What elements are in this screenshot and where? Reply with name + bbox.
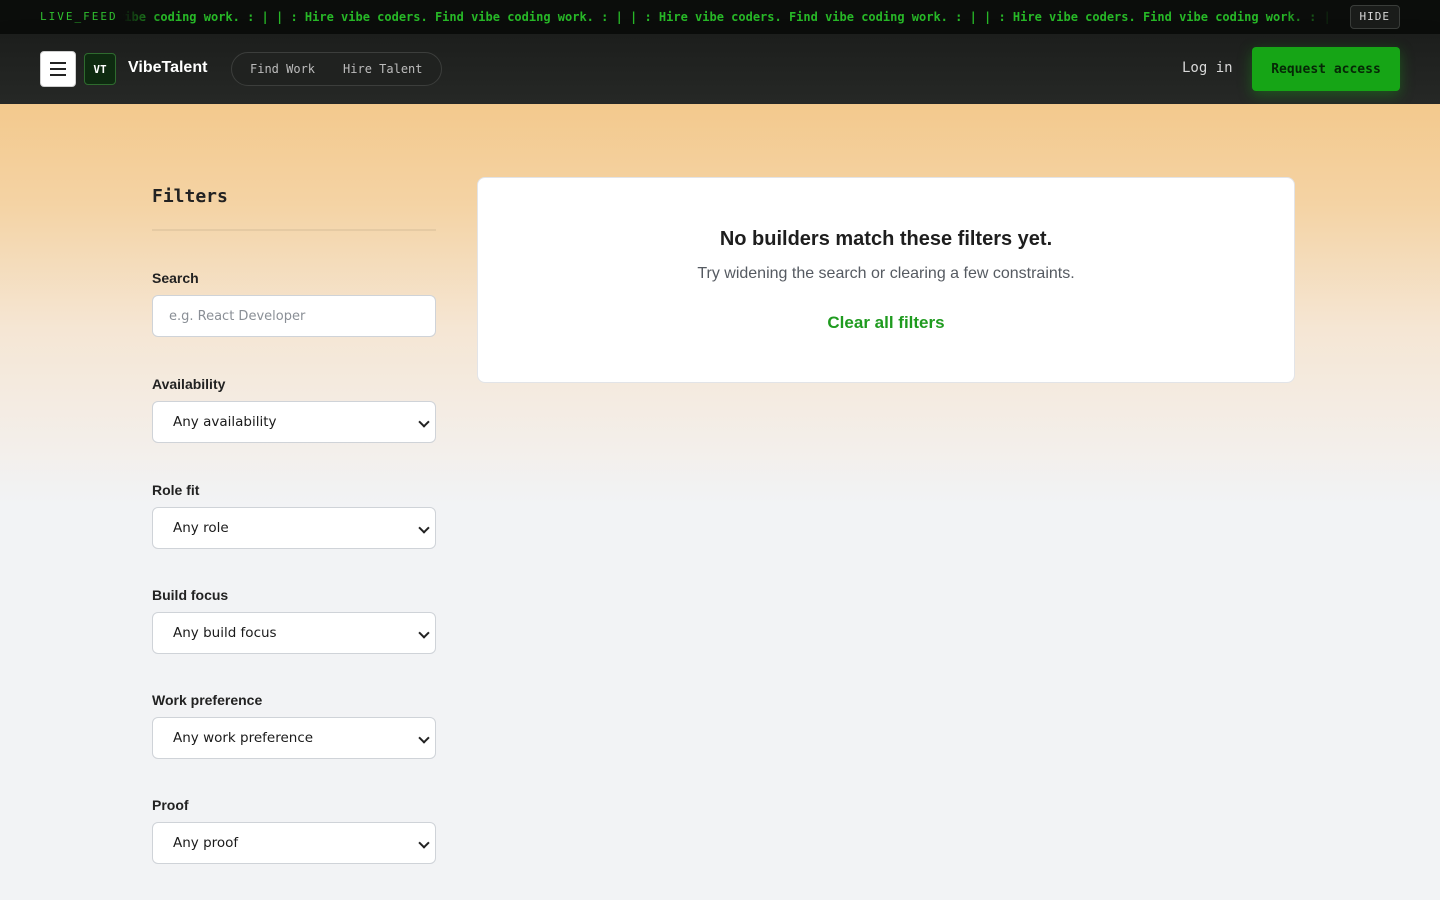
navbar: VT VibeTalent Find Work Hire Talent Log … — [0, 34, 1440, 104]
nav-links: Find Work Hire Talent — [231, 52, 442, 86]
request-access-button[interactable]: Request access — [1252, 47, 1400, 91]
availability-filter: Availability Any availability — [152, 376, 436, 443]
ticker-label: LIVE_FEED — [40, 10, 118, 23]
filters-title: Filters — [152, 186, 436, 231]
search-input[interactable] — [152, 295, 436, 337]
hamburger-icon-line — [50, 74, 66, 76]
hide-ticker-button[interactable]: HIDE — [1349, 5, 1400, 29]
work-preference-select[interactable]: Any work preference — [152, 717, 436, 759]
role-fit-label: Role fit — [152, 482, 200, 498]
chevron-down-icon — [418, 732, 430, 744]
build-focus-value: Any build focus — [173, 625, 277, 641]
ticker-track: | : Hire vibe coders. Find vibe coding w… — [122, 0, 1334, 34]
build-focus-filter: Build focus Any build focus — [152, 587, 436, 654]
proof-label: Proof — [152, 797, 189, 813]
menu-button[interactable] — [40, 51, 76, 87]
work-preference-label: Work preference — [152, 692, 263, 708]
nav-link-find-work[interactable]: Find Work — [250, 62, 315, 76]
empty-results-card: No builders match these filters yet. Try… — [477, 177, 1295, 383]
work-preference-value: Any work preference — [173, 730, 314, 746]
work-preference-filter: Work preference Any work preference — [152, 692, 436, 759]
clear-all-filters-label[interactable]: Clear all filters — [827, 313, 944, 332]
availability-select[interactable]: Any availability — [152, 401, 436, 443]
build-focus-select[interactable]: Any build focus — [152, 612, 436, 654]
search-filter: Search — [152, 270, 436, 337]
filters-panel: Filters Search Availability Any availabi… — [152, 186, 436, 864]
logo-badge[interactable]: VT — [84, 53, 116, 85]
clear-all-filters-link[interactable]: Clear all filters — [478, 313, 1294, 333]
hamburger-icon — [50, 62, 66, 64]
chevron-down-icon — [418, 522, 430, 534]
chevron-down-icon — [418, 837, 430, 849]
role-fit-filter: Role fit Any role — [152, 482, 436, 549]
nav-link-hire-talent[interactable]: Hire Talent — [343, 62, 422, 76]
role-fit-select[interactable]: Any role — [152, 507, 436, 549]
empty-state-subtitle: Try widening the search or clearing a fe… — [697, 265, 1075, 282]
live-feed-ticker: LIVE_FEED | : Hire vibe coders. Find vib… — [0, 0, 1440, 34]
proof-select[interactable]: Any proof — [152, 822, 436, 864]
chevron-down-icon — [418, 416, 430, 428]
brand-name[interactable]: VibeTalent — [128, 59, 207, 77]
proof-value: Any proof — [173, 835, 239, 851]
chevron-down-icon — [418, 627, 430, 639]
proof-filter: Proof Any proof — [152, 797, 436, 864]
build-focus-label: Build focus — [152, 587, 229, 603]
empty-state-title: No builders match these filters yet. — [719, 228, 1053, 250]
search-label: Search — [152, 270, 199, 286]
ticker-text: | : Hire vibe coders. Find vibe coding w… — [122, 10, 1331, 24]
availability-label: Availability — [152, 376, 226, 392]
role-fit-value: Any role — [173, 520, 229, 536]
login-link[interactable]: Log in — [1182, 60, 1233, 76]
availability-value: Any availability — [173, 414, 277, 430]
hamburger-icon-line — [50, 68, 66, 70]
